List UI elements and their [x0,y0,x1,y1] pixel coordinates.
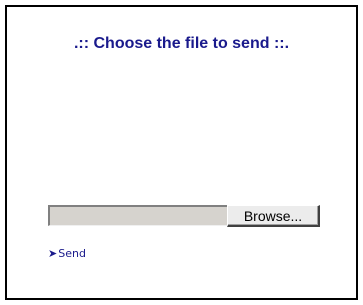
arrow-right-icon: ➤ [48,247,58,260]
browse-button[interactable]: Browse... [227,205,320,227]
upload-panel: .:: Choose the file to send ::. Browse..… [5,5,358,300]
panel-title: .:: Choose the file to send ::. [73,35,290,52]
send-label: Send [58,247,86,260]
file-path-field[interactable] [48,205,231,226]
send-link[interactable]: ➤Send [48,247,86,260]
